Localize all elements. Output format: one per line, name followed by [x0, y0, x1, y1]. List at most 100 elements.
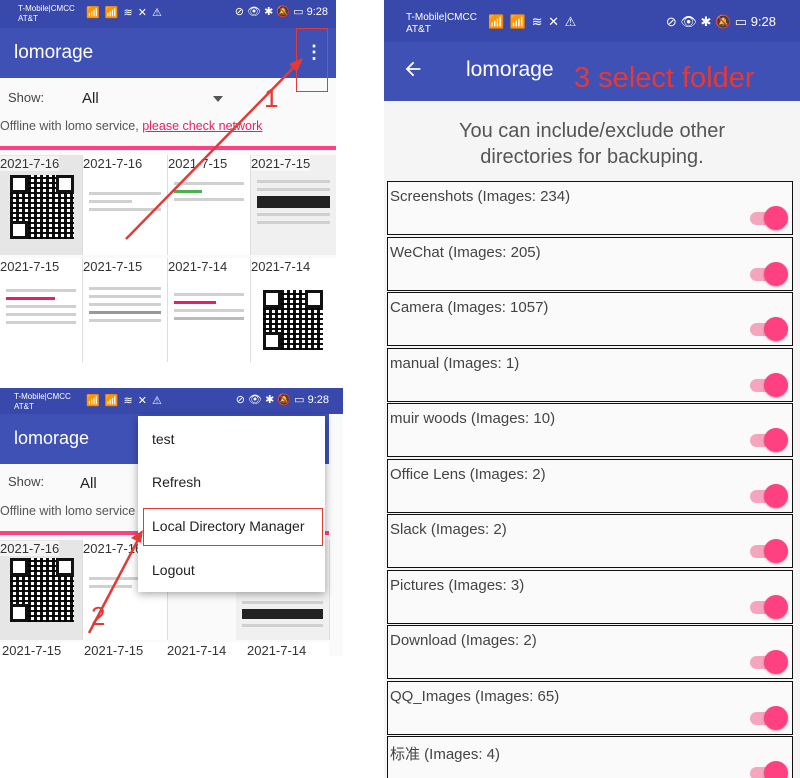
battery-icon: ▭	[293, 6, 304, 18]
include-toggle[interactable]	[750, 261, 788, 286]
clock: 9:28	[306, 6, 328, 18]
include-toggle[interactable]	[750, 372, 788, 397]
photo-thumbnail[interactable]: 2021-7-14	[168, 258, 251, 362]
folder-row[interactable]: Camera (Images: 1057)	[387, 292, 793, 346]
include-toggle[interactable]	[750, 594, 788, 619]
overflow-highlight-box	[296, 28, 328, 92]
thumbnail-date: 2021-7-16	[83, 156, 143, 171]
thumbnail-date: 2021-7-14	[247, 643, 307, 656]
thumbnail-date: 2021-7-15	[83, 259, 143, 274]
folder-label: Slack (Images: 2)	[390, 521, 507, 538]
folder-label: WeChat (Images: 205)	[390, 243, 541, 261]
thumbnail-date: 2021-7-15	[0, 259, 60, 274]
thumbnail-date: 2021-7-15	[251, 156, 311, 171]
folder-row[interactable]: WeChat (Images: 205)	[387, 236, 793, 291]
include-toggle[interactable]	[750, 317, 788, 341]
photo-thumbnail[interactable]: 2021-7-16	[83, 155, 168, 255]
include-toggle[interactable]	[750, 483, 788, 508]
photo-thumbnail[interactable]: 2021-7-14	[251, 258, 336, 362]
folder-label: Office Lens (Images: 2)	[390, 465, 546, 483]
folder-label: muir woods (Images: 10)	[390, 410, 556, 427]
include-toggle[interactable]	[750, 428, 788, 452]
chevron-down-icon[interactable]	[213, 96, 223, 102]
photo-thumbnail[interactable]: 2021-7-15	[0, 258, 83, 362]
network-icons: 📶 📶 ≋ ✕ ⚠	[488, 14, 578, 29]
thumbnail-date: 2021-7-16	[83, 541, 143, 556]
check-network-link[interactable]: please check network	[142, 119, 262, 133]
page-description: You can include/exclude other directorie…	[458, 120, 726, 168]
folder-label: Screenshots (Images: 234)	[390, 188, 571, 205]
folder-list: Screenshots (Images: 234) WeChat (Images…	[384, 181, 800, 778]
photo-thumbnail[interactable]: 2021-7-16	[0, 540, 83, 640]
include-toggle[interactable]	[750, 705, 788, 730]
include-toggle[interactable]	[750, 539, 788, 563]
carrier-label: T-Mobile|CMCC AT&T	[406, 12, 477, 35]
folder-row[interactable]: Office Lens (Images: 2)	[387, 458, 793, 513]
thumbnail-date: 2021-7-15	[168, 156, 228, 171]
screen-2-menu: T-Mobile|CMCC AT&T 📶 📶 ≋ ✕ ⚠ ⊘ 👁 ✱ 🔕 ▭ 9:…	[0, 388, 343, 656]
menu-item-refresh[interactable]: Refresh	[152, 474, 201, 490]
folder-row[interactable]: 标准 (Images: 4)	[387, 736, 793, 778]
step-1-label: 1	[264, 83, 279, 113]
menu-item-logout[interactable]: Logout	[152, 562, 195, 578]
status-bar: T-Mobile|CMCC AT&T 📶 📶 ≋ ✕ ⚠ ⊘ 👁 ✱ 🔕 ▭ 9:…	[0, 0, 336, 28]
app-title: lomorage	[14, 42, 94, 63]
folder-row[interactable]: manual (Images: 1)	[387, 347, 793, 402]
screen-1-gallery: T-Mobile|CMCC AT&T 📶 📶 ≋ ✕ ⚠ ⊘ 👁 ✱ 🔕 ▭ 9:…	[0, 0, 336, 362]
folder-label: Camera (Images: 1057)	[390, 299, 549, 316]
app-bar: lomorage 3 select folder	[384, 42, 800, 101]
carrier-label: T-Mobile|CMCC AT&T	[14, 392, 71, 411]
include-toggle[interactable]	[750, 206, 788, 230]
menu-item-test[interactable]: test	[152, 431, 175, 447]
folder-label: 标准 (Images: 4)	[390, 746, 501, 763]
status-right: ⊘ 👁 ✱ 🔕 ▭ 9:28	[666, 14, 776, 30]
photo-thumbnail-row-2[interactable]: 2021-7-15 2021-7-15 2021-7-14 2021-7-14	[0, 642, 329, 656]
thumbnail-date: 2021-7-14	[251, 259, 311, 274]
app-title: lomorage	[14, 428, 90, 448]
offline-message: Offline with lomo service	[0, 504, 136, 518]
step-3-label: 3 select folder	[574, 62, 755, 94]
show-label: Show:	[8, 474, 45, 489]
status-right: ⊘ 👁 ✱ 🔕 ▭ 9:28	[236, 393, 329, 406]
folder-label: Pictures (Images: 3)	[390, 576, 525, 594]
thumbnail-date: 2021-7-14	[167, 643, 227, 656]
network-icons: 📶 📶 ≋ ✕ ⚠	[86, 7, 163, 19]
photo-thumbnail[interactable]: 2021-7-15	[83, 258, 168, 362]
battery-icon: ▭	[294, 394, 305, 406]
show-filter-select[interactable]: All	[80, 475, 97, 492]
photo-thumbnail[interactable]: 2021-7-15	[168, 155, 251, 255]
clock: 9:28	[307, 394, 329, 406]
include-toggle[interactable]	[750, 761, 788, 778]
screen-3-directory-manager: T-Mobile|CMCC AT&T 📶 📶 ≋ ✕ ⚠ ⊘ 👁 ✱ 🔕 ▭ 9:…	[384, 0, 800, 778]
status-icons: ⊘ 👁 ✱ 🔕	[235, 394, 292, 406]
folder-label: QQ_Images (Images: 65)	[390, 687, 560, 705]
step-2-label: 2	[91, 601, 106, 631]
app-title: lomorage	[466, 58, 554, 81]
folder-row[interactable]: Download (Images: 2)	[387, 625, 793, 679]
status-bar: T-Mobile|CMCC AT&T 📶 📶 ≋ ✕ ⚠ ⊘ 👁 ✱ 🔕 ▭ 9:…	[384, 0, 800, 42]
battery-icon: ▭	[734, 14, 748, 29]
thumbnail-date: 2021-7-16	[0, 541, 60, 556]
folder-row[interactable]: Pictures (Images: 3)	[387, 569, 793, 624]
qr-code-image	[263, 290, 323, 350]
folder-row[interactable]: muir woods (Images: 10)	[387, 403, 793, 457]
folder-row[interactable]: QQ_Images (Images: 65)	[387, 680, 793, 735]
back-arrow-icon[interactable]	[402, 58, 424, 80]
include-toggle[interactable]	[750, 650, 788, 674]
progress-bar	[0, 146, 336, 150]
status-icons: ⊘ 👁 ✱ 🔕	[665, 14, 732, 29]
photo-thumbnail[interactable]: 2021-7-16	[0, 155, 83, 255]
thumbnail-date: 2021-7-15	[2, 643, 62, 656]
carrier-label: T-Mobile|CMCC AT&T	[18, 4, 75, 23]
folder-label: manual (Images: 1)	[390, 354, 520, 372]
overflow-menu: test Refresh Local Directory Manager Log…	[138, 416, 325, 592]
thumbnail-date: 2021-7-14	[168, 259, 228, 274]
folder-row[interactable]: Screenshots (Images: 234)	[387, 181, 793, 235]
photo-thumbnail[interactable]: 2021-7-15	[251, 155, 336, 255]
app-bar: lomorage ⋮	[0, 28, 336, 78]
show-filter-select[interactable]: All	[82, 90, 99, 107]
qr-code-image	[10, 175, 74, 239]
offline-message: Offline with lomo service, please check …	[0, 119, 263, 133]
qr-code-image	[10, 558, 74, 622]
folder-row[interactable]: Slack (Images: 2)	[387, 514, 793, 568]
